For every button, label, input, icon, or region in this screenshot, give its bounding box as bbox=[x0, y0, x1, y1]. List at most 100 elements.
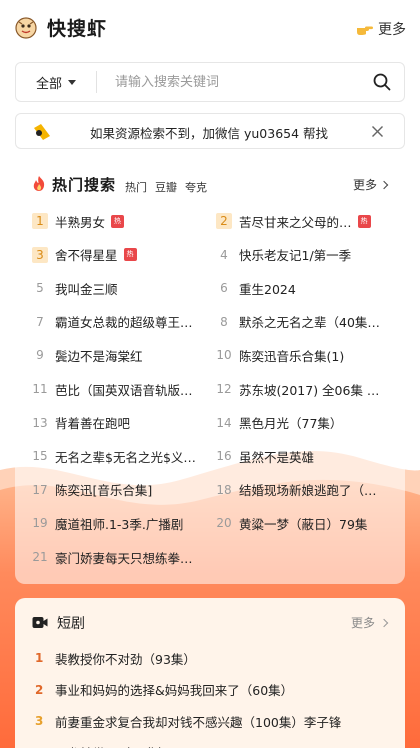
hot-search-item[interactable]: 13 背着善在跑吧 bbox=[32, 411, 212, 435]
app-header: 快搜虾 更多 bbox=[0, 0, 420, 56]
notice-banner: 如果资源检索不到，加微信 yu03654 帮找 bbox=[15, 113, 405, 149]
notice-text: 如果资源检索不到，加微信 yu03654 帮找 bbox=[90, 126, 329, 141]
hot-badge: 热 bbox=[357, 214, 371, 228]
short-drama-more-link[interactable]: 更多 bbox=[350, 614, 389, 631]
hot-search-rank: 7 bbox=[36, 314, 44, 329]
hot-search-item[interactable]: 9 鬓边不是海棠红 bbox=[32, 343, 212, 367]
hot-search-item-title: 重生2024 bbox=[239, 281, 296, 297]
hot-search-item-title: 虽然不是英雄 bbox=[239, 449, 315, 465]
short-drama-item-title: 裴教授你不对劲（93集） bbox=[55, 651, 196, 667]
hot-search-rank: 10 bbox=[216, 348, 232, 363]
hot-search-item[interactable]: 14 黑色月光（77集） bbox=[216, 411, 396, 435]
hot-search-item-title: 背着善在跑吧 bbox=[55, 416, 131, 432]
search-filter-label: 全部 bbox=[35, 76, 62, 92]
close-icon[interactable] bbox=[371, 125, 384, 138]
hot-search-rank: 4 bbox=[220, 247, 228, 262]
hot-search-rank: 15 bbox=[32, 449, 48, 464]
search-input[interactable] bbox=[97, 63, 360, 101]
hot-search-item[interactable]: 4 快乐老友记1/第一季 bbox=[216, 243, 396, 267]
search-button[interactable] bbox=[360, 63, 404, 101]
hot-search-item-title: 快乐老友记1/第一季 bbox=[239, 248, 352, 264]
hot-search-item-title: 半熟男女 bbox=[55, 214, 106, 230]
header-more-link[interactable]: 更多 bbox=[356, 19, 406, 39]
hot-search-item-title: 鬓边不是海棠红 bbox=[55, 348, 143, 364]
hot-search-item-title: 黑色月光（77集） bbox=[239, 416, 343, 432]
hot-search-rank: 8 bbox=[220, 314, 228, 329]
shrimp-logo-icon bbox=[15, 17, 37, 39]
hot-search-item-title: 苦尽甘来之父母的… bbox=[239, 214, 352, 230]
header-more-label: 更多 bbox=[378, 22, 406, 38]
hot-search-item[interactable]: 5 我叫金三顺 bbox=[32, 276, 212, 300]
hot-search-more-link[interactable]: 更多 bbox=[352, 176, 389, 193]
hot-search-item[interactable]: 15 无名之辈$无名之光$义… bbox=[32, 444, 212, 468]
short-drama-rank: 3 bbox=[35, 714, 44, 728]
short-drama-item-title: 前妻重金求复合我却对钱不感兴趣（100集）李子锋 bbox=[55, 714, 342, 730]
hot-search-item[interactable]: 8 默杀之无名之辈（40集… bbox=[216, 310, 396, 334]
search-icon bbox=[373, 73, 391, 91]
short-drama-rank: 1 bbox=[35, 651, 44, 665]
hot-search-item[interactable]: 17 陈奕迅[音乐合集] bbox=[32, 478, 212, 502]
hot-search-rank: 9 bbox=[36, 348, 44, 363]
chevron-right-icon bbox=[379, 180, 389, 189]
hot-search-item[interactable]: 10 陈奕迅音乐合集(1) bbox=[216, 343, 396, 367]
search-bar: 全部 bbox=[15, 62, 405, 102]
short-drama-item[interactable]: 1 裴教授你不对劲（93集） bbox=[35, 647, 395, 669]
hot-search-item-title: 魔道祖师.1-3季.广播剧 bbox=[55, 516, 184, 532]
hot-search-rank: 11 bbox=[32, 382, 48, 396]
hot-badge: 热 bbox=[111, 214, 125, 228]
search-filter-dropdown[interactable]: 全部 bbox=[16, 73, 96, 92]
hot-search-item[interactable]: 3 舍不得星星热 bbox=[32, 243, 212, 267]
hot-search-item-title: 霸道女总裁的超级尊王… bbox=[55, 315, 193, 331]
hot-search-item-title: 陈奕迅音乐合集(1) bbox=[239, 348, 345, 364]
fire-icon bbox=[33, 176, 45, 191]
hot-search-item[interactable]: 12 苏东坡(2017) 全06集 4… bbox=[216, 377, 396, 401]
short-drama-rank: 2 bbox=[35, 682, 44, 697]
short-drama-card: 短剧 更多 1 裴教授你不对劲（93集） 2 事业和妈妈的选择&妈妈我回来了（60集）… bbox=[15, 598, 405, 748]
hot-search-rank: 12 bbox=[216, 382, 232, 396]
short-drama-header: 短剧 更多 bbox=[15, 612, 405, 634]
hot-search-item[interactable]: 6 重生2024 bbox=[216, 276, 396, 300]
short-drama-item-title: 天龙转世录（80集） bbox=[55, 743, 171, 748]
short-drama-more-label: 更多 bbox=[350, 616, 375, 630]
hot-search-rank: 14 bbox=[216, 415, 232, 430]
hot-search-rank: 6 bbox=[220, 281, 228, 296]
hot-search-rank: 18 bbox=[216, 482, 232, 497]
hot-search-item[interactable]: 7 霸道女总裁的超级尊王… bbox=[32, 310, 212, 334]
hot-search-item[interactable]: 16 虽然不是英雄 bbox=[216, 444, 396, 468]
tab-hot[interactable]: 热门 bbox=[125, 179, 147, 195]
hot-search-item-title: 苏东坡(2017) 全06集 4… bbox=[239, 382, 381, 398]
hot-search-item-title: 无名之辈$无名之光$义… bbox=[55, 449, 196, 465]
hot-search-item[interactable]: 18 结婚现场新娘逃跑了（… bbox=[216, 478, 396, 502]
hot-search-rank: 2 bbox=[216, 213, 232, 229]
hot-search-rank: 20 bbox=[216, 516, 232, 531]
hot-search-item[interactable]: 21 豪门娇妻每天只想练拳… bbox=[32, 545, 212, 569]
hot-search-item[interactable]: 11 芭比（国英双语音轨版… bbox=[32, 377, 212, 401]
hot-search-rank: 13 bbox=[32, 415, 48, 430]
hot-search-header: 热门搜索 热门 豆瓣 夸克 更多 bbox=[15, 172, 405, 198]
hot-search-card: 热门搜索 热门 豆瓣 夸克 更多 1 半熟男女热 2 苦尽甘来之父母的… 热 3 舍不得星星… bbox=[15, 160, 405, 584]
hot-search-item-title: 豪门娇妻每天只想练拳… bbox=[55, 550, 193, 566]
hot-search-title: 热门搜索 bbox=[52, 176, 117, 194]
short-drama-item[interactable]: 4天龙转世录（80集） bbox=[35, 742, 395, 748]
short-drama-item[interactable]: 2 事业和妈妈的选择&妈妈我回来了（60集） bbox=[35, 679, 395, 701]
hot-badge: 热 bbox=[123, 248, 137, 262]
tab-douban[interactable]: 豆瓣 bbox=[155, 179, 177, 195]
hot-search-item[interactable]: 20 黄粱一梦（蔽日）79集 bbox=[216, 511, 396, 535]
hot-search-rank: 21 bbox=[32, 550, 48, 564]
hot-search-rank: 3 bbox=[32, 246, 48, 263]
hot-search-item[interactable]: 1 半熟男女热 bbox=[32, 209, 212, 233]
chevron-right-icon bbox=[379, 618, 389, 627]
hot-search-item-title: 我叫金三顺 bbox=[55, 281, 118, 297]
short-drama-item[interactable]: 3 前妻重金求复合我却对钱不感兴趣（100集）李子锋 bbox=[35, 710, 395, 732]
hot-search-item-title: 结婚现场新娘逃跑了（… bbox=[239, 483, 377, 499]
hot-search-rank: 1 bbox=[32, 213, 48, 229]
tab-quark[interactable]: 夸克 bbox=[185, 179, 207, 195]
hot-search-more-label: 更多 bbox=[352, 178, 377, 192]
hot-search-item-title: 黄粱一梦（蔽日）79集 bbox=[239, 516, 368, 532]
hot-search-rank: 5 bbox=[36, 281, 44, 296]
short-drama-item-title: 事业和妈妈的选择&妈妈我回来了（60集） bbox=[55, 683, 294, 698]
pointing-hand-icon bbox=[357, 26, 373, 35]
hot-search-item[interactable]: 2 苦尽甘来之父母的… 热 bbox=[216, 209, 396, 233]
hot-search-item-title: 默杀之无名之辈（40集… bbox=[239, 315, 380, 331]
hot-search-item[interactable]: 19 魔道祖师.1-3季.广播剧 bbox=[32, 511, 212, 535]
